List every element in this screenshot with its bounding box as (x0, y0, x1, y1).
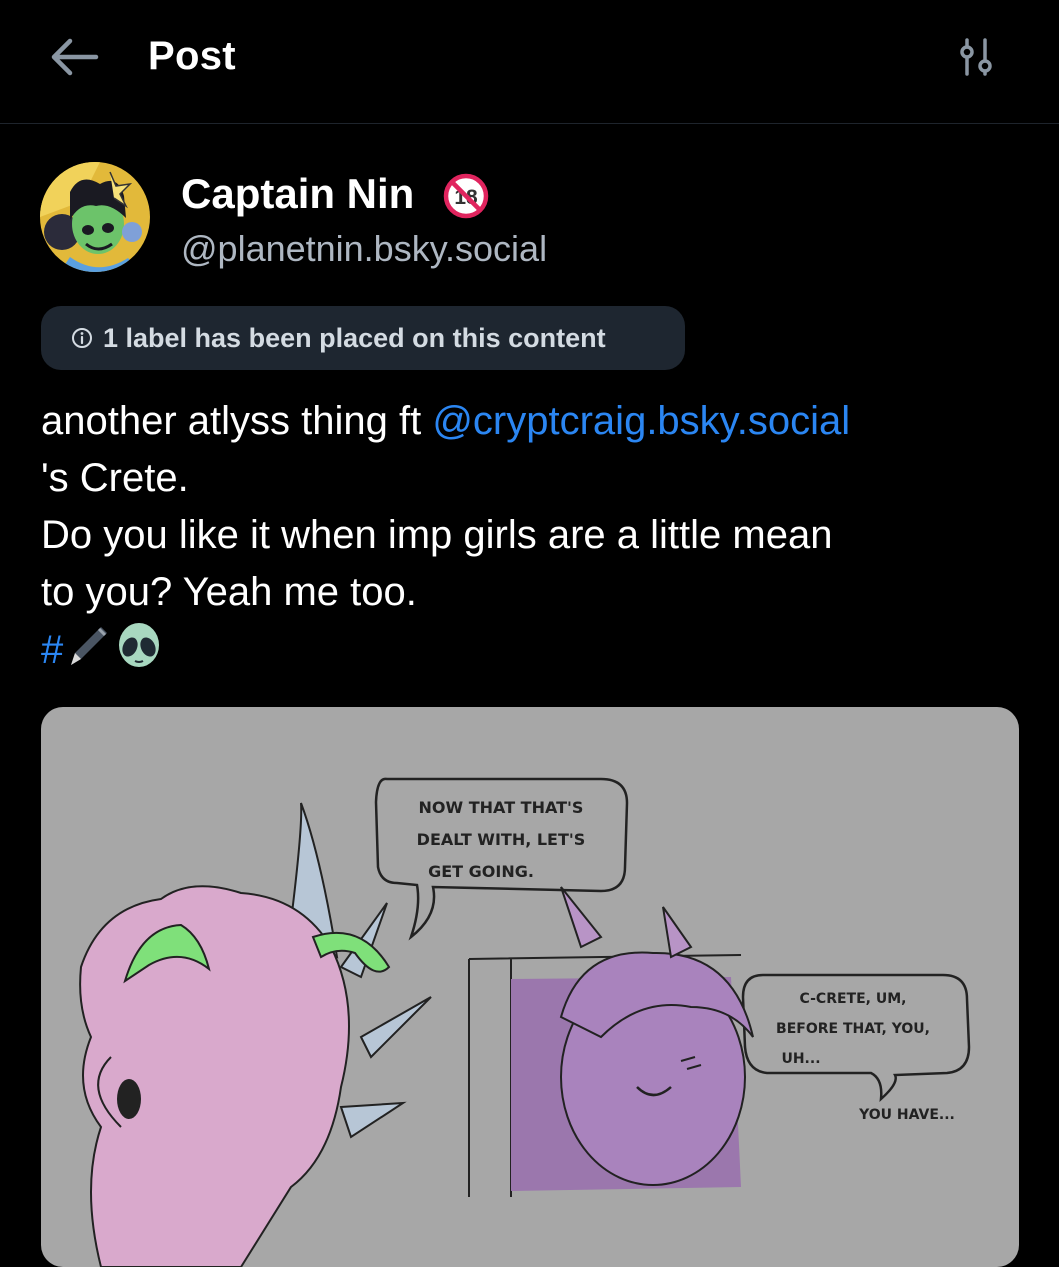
back-button[interactable] (44, 32, 104, 82)
sliders-icon (960, 38, 992, 76)
bubble2-line2: BEFORE THAT, YOU, (776, 1021, 930, 1037)
post-text-line-2: 's Crete. (41, 456, 189, 500)
thread-settings-button[interactable] (950, 32, 1004, 86)
hashtag-link[interactable]: # (41, 627, 113, 672)
bubble2-line3: UH... (781, 1051, 820, 1067)
bubble1-line1: NOW THAT THAT'S (419, 798, 584, 817)
comic-caption: YOU HAVE... (858, 1107, 955, 1123)
info-circle-icon (72, 328, 92, 348)
content-label-text: 1 label has been placed on this content (103, 322, 606, 353)
bubble1-line2: DEALT WITH, LET'S (417, 830, 586, 849)
alien-icon (119, 623, 160, 667)
post-image[interactable]: NOW THAT THAT'S DEALT WITH, LET'S GET GO… (41, 707, 1019, 1267)
arrow-left-icon (51, 38, 99, 76)
author-handle[interactable]: @planetnin.bsky.social (181, 228, 547, 270)
top-bar: Post (0, 0, 1059, 124)
post-text-start: another atlyss thing ft (41, 399, 433, 443)
author-display-name[interactable]: Captain Nin (181, 170, 414, 218)
author-avatar[interactable] (40, 162, 150, 272)
hashtag-symbol: # (41, 628, 64, 672)
post-text-line-4: to you? Yeah me too. (41, 570, 417, 614)
bubble1-line3: GET GOING. (428, 862, 534, 881)
mention-link[interactable]: @cryptcraig.bsky.social (432, 399, 850, 443)
adult-18-icon: 18 (443, 173, 489, 219)
bubble2-line1: C-CRETE, UM, (800, 991, 907, 1007)
comic-illustration: NOW THAT THAT'S DEALT WITH, LET'S GET GO… (79, 777, 971, 1267)
content-label-pill[interactable]: 1 label has been placed on this content (41, 306, 685, 370)
post-text-line-3: Do you like it when imp girls are a litt… (41, 513, 833, 557)
post-text: another atlyss thing ft @cryptcraig.bsky… (41, 393, 1031, 679)
page-title: Post (148, 34, 236, 78)
pen-icon (71, 627, 108, 665)
